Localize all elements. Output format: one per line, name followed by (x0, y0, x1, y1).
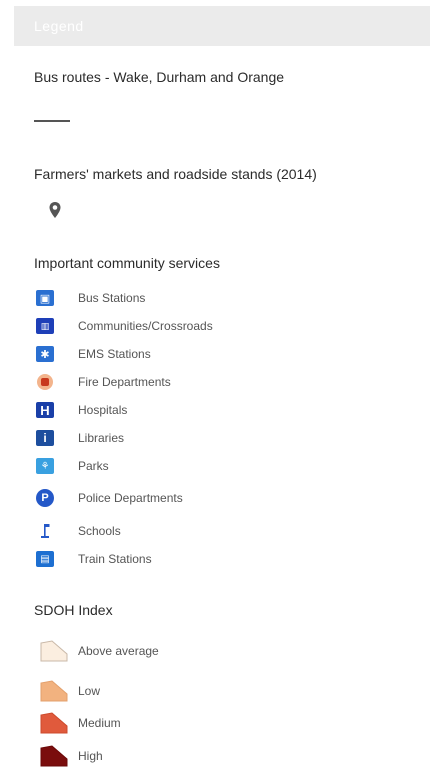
hospital-icon: H (36, 402, 54, 418)
legend-item-libraries: i Libraries (36, 428, 124, 448)
legend-item-communities-crossroads: ▥ Communities/Crossroads (36, 316, 213, 336)
legend-item-label: Hospitals (78, 403, 128, 417)
legend-header-label: Legend (34, 18, 84, 34)
polygon-swatch-above-average (40, 640, 68, 662)
ems-star-icon: ✱ (36, 346, 54, 362)
legend-item-label: Police Departments (78, 491, 183, 505)
crossroads-icon: ▥ (36, 318, 54, 334)
library-icon: i (36, 430, 54, 446)
polygon-swatch-medium (40, 712, 68, 734)
bus-icon: ▣ (36, 290, 54, 306)
layer-title-bus-routes: Bus routes - Wake, Durham and Orange (34, 69, 285, 85)
legend-item-label: Train Stations (78, 552, 152, 566)
legend-item-label: Above average (78, 644, 159, 658)
legend-item-train-stations: ▤ Train Stations (36, 549, 152, 569)
layer-title-community-services: Important community services (34, 255, 220, 271)
fire-icon (37, 374, 53, 390)
legend-item-schools: Schools (36, 521, 121, 541)
legend-item-police-departments: P Police Departments (36, 488, 183, 508)
legend-item-label: Schools (78, 524, 121, 538)
bus-route-line-symbol (34, 120, 70, 122)
layer-title-farmers-markets: Farmers' markets and roadside stands (20… (34, 166, 317, 182)
legend-item-label: Fire Departments (78, 375, 171, 389)
police-badge-icon: P (36, 489, 54, 507)
legend-item-hospitals: H Hospitals (36, 400, 127, 420)
map-pin-icon (48, 201, 62, 224)
legend-item-fire-departments: Fire Departments (36, 372, 171, 392)
legend-item-label: Medium (78, 716, 121, 730)
legend-item-label: EMS Stations (78, 347, 151, 361)
legend-item-bus-stations: ▣ Bus Stations (36, 288, 145, 308)
legend-item-label: High (78, 749, 103, 763)
layer-title-sdoh-index: SDOH Index (34, 602, 113, 618)
polygon-swatch-high (40, 745, 68, 767)
legend-item-label: Low (78, 684, 101, 698)
school-flag-icon (36, 523, 54, 539)
train-icon: ▤ (36, 551, 54, 567)
park-icon: ⚘ (36, 458, 54, 474)
legend-item-parks: ⚘ Parks (36, 456, 109, 476)
legend-item-label: Communities/Crossroads (78, 319, 213, 333)
legend-item-ems-stations: ✱ EMS Stations (36, 344, 151, 364)
legend-item-label: Bus Stations (78, 291, 146, 305)
legend-item-label: Parks (78, 459, 109, 473)
legend-panel: Legend Bus routes - Wake, Durham and Ora… (0, 0, 430, 775)
legend-item-label: Libraries (78, 431, 125, 445)
polygon-swatch-low (40, 680, 68, 702)
legend-header: Legend (14, 6, 430, 46)
